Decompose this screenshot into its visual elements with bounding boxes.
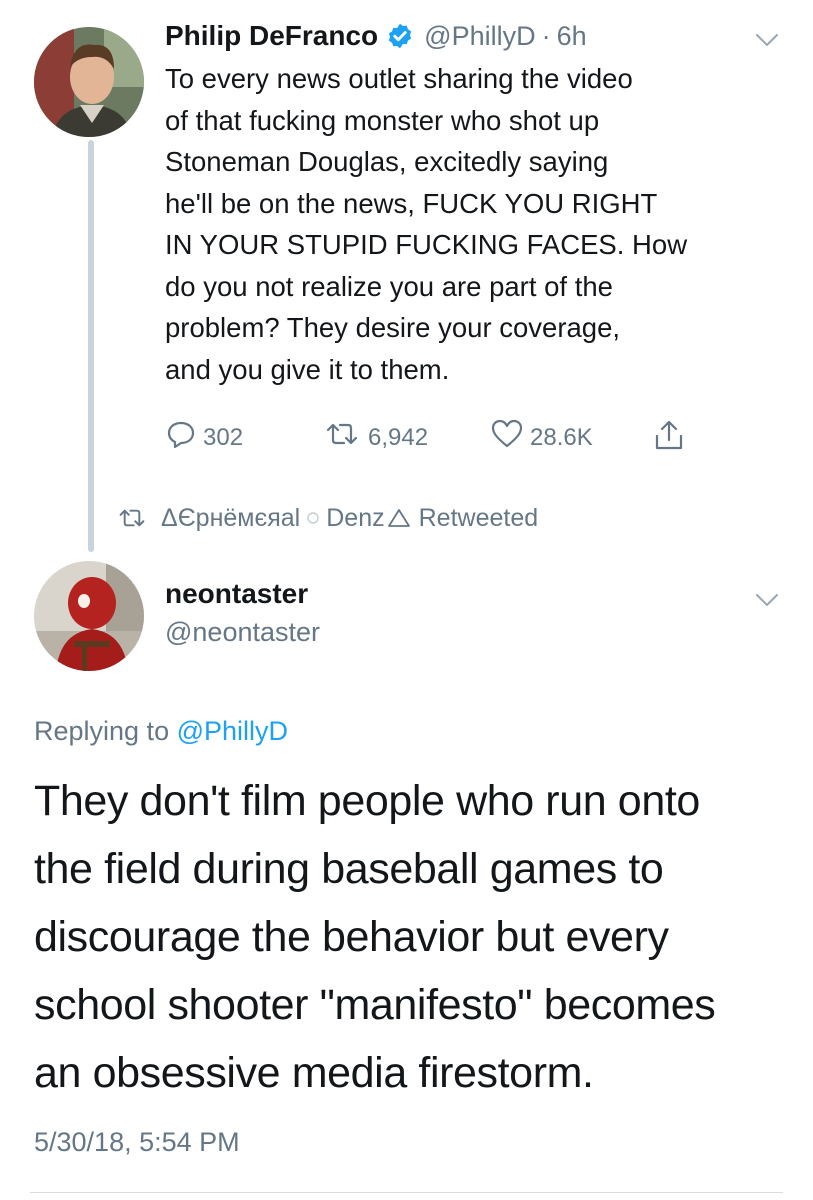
text-line: the field during baseball games to — [34, 845, 664, 893]
avatar-neontaster[interactable] — [34, 561, 144, 671]
chevron-down-icon[interactable] — [756, 33, 778, 51]
text-line: an obsessive media firestorm. — [34, 1049, 594, 1097]
chevron-down-icon[interactable] — [756, 593, 778, 611]
tweet2-text: They don't film people who run onto the … — [34, 767, 794, 1107]
heart-icon — [490, 418, 530, 457]
tweet1-text: To every news outlet sharing the video o… — [165, 58, 785, 390]
text-line: and you give it to them. — [165, 353, 450, 385]
retweeted-label: Retweeted — [418, 503, 539, 532]
verified-badge-icon — [386, 22, 414, 50]
like-count: 28.6K — [530, 423, 593, 451]
like-button[interactable]: 28.6K — [490, 418, 593, 457]
retweeted-by-row: ΔЄрнёмєяal Denz Retweeted — [115, 500, 538, 536]
time-ago[interactable]: 6h — [557, 21, 587, 52]
dot-separator: · — [541, 20, 551, 51]
share-icon — [652, 418, 692, 459]
circle-icon — [306, 511, 320, 525]
reply-count: 302 — [203, 423, 244, 451]
reply-button[interactable]: 302 — [165, 418, 243, 457]
retweeter-name[interactable]: ΔЄрнёмєяal — [161, 504, 300, 533]
replying-handle-link[interactable]: @PhillyD — [177, 716, 288, 746]
retweet-button[interactable]: 6,942 — [322, 418, 428, 457]
divider — [30, 1192, 783, 1193]
author-handle[interactable]: @neontaster — [165, 617, 320, 648]
text-line: do you not realize you are part of the — [165, 270, 613, 302]
author-name[interactable]: Philip DeFranco — [165, 20, 378, 52]
author-handle[interactable]: @PhillyD — [424, 21, 535, 52]
text-line: he'll be on the news, FUCK YOU RIGHT — [165, 187, 658, 219]
avatar-philipdefranco[interactable] — [34, 27, 144, 137]
text-line: IN YOUR STUPID FUCKING FACES. How — [165, 229, 688, 260]
text-line: of that fucking monster who shot up — [165, 104, 600, 136]
tweet-timestamp[interactable]: 5/30/18, 5:54 PM — [34, 1127, 240, 1158]
retweet-icon — [322, 418, 368, 457]
thread-line — [88, 140, 94, 552]
text-line: discourage the behavior but every — [34, 913, 669, 961]
text-line: To every news outlet sharing the video — [165, 63, 633, 94]
triangle-icon — [387, 508, 411, 528]
reply-icon — [165, 418, 203, 457]
text-line: school shooter "manifesto" becomes — [34, 981, 716, 1029]
text-line: They don't film people who run onto — [34, 777, 700, 825]
tweet1-header: Philip DeFranco @PhillyD · 6h — [165, 16, 587, 56]
retweet-count: 6,942 — [368, 423, 429, 451]
replying-to: Replying to @PhillyD — [34, 716, 288, 747]
replying-prefix: Replying to — [34, 716, 170, 746]
text-line: Stoneman Douglas, excitedly saying — [165, 146, 609, 177]
text-line: problem? They desire your coverage, — [165, 312, 621, 343]
retweeter-name-2[interactable]: Denz — [326, 504, 384, 533]
share-button[interactable] — [652, 418, 692, 459]
author-name[interactable]: neontaster — [165, 578, 308, 610]
retweet-small-icon — [115, 505, 149, 531]
